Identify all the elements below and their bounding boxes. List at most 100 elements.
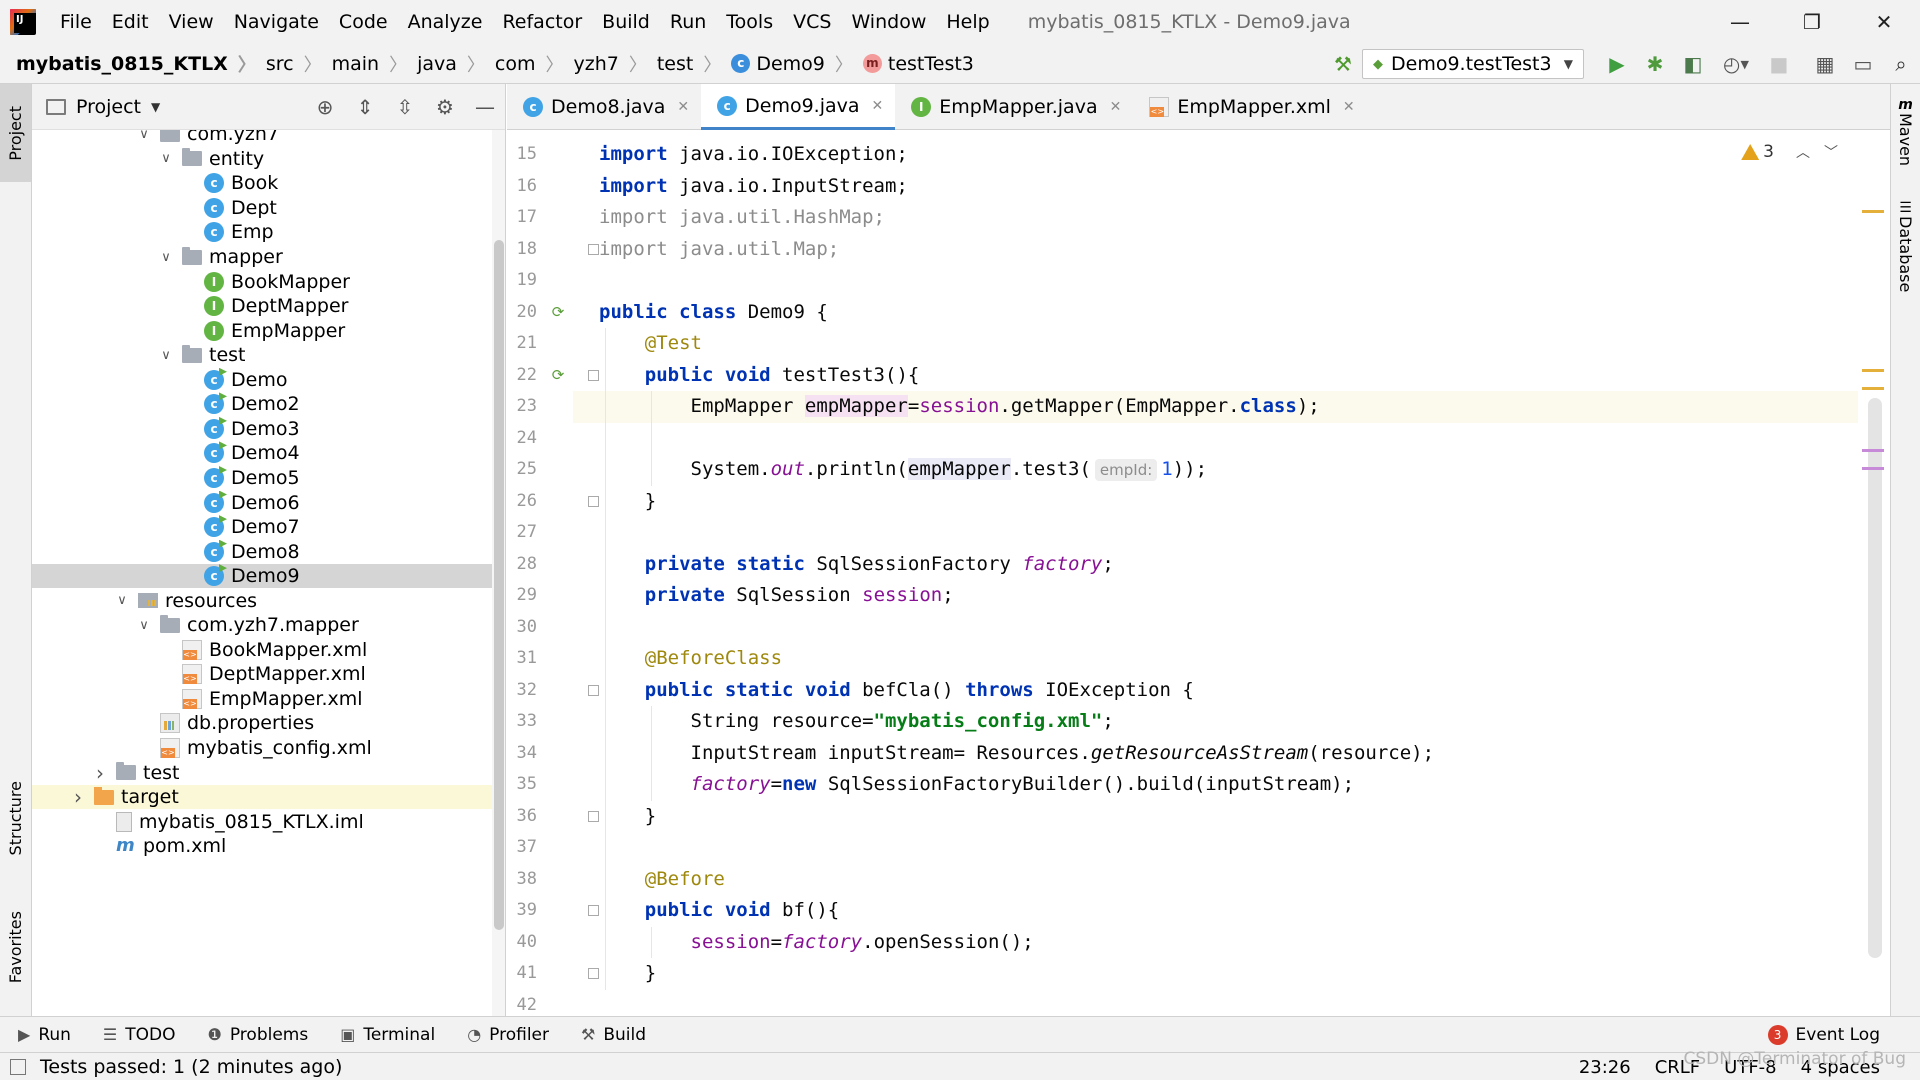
- code-line[interactable]: import java.io.InputStream;: [593, 171, 1858, 203]
- menu-file[interactable]: File: [50, 11, 102, 33]
- chevron-right-icon[interactable]: ›: [70, 785, 86, 809]
- tree-item-demo6[interactable]: c Demo6: [32, 490, 492, 515]
- tree-item-demo4[interactable]: c Demo4: [32, 441, 492, 466]
- code-line[interactable]: EmpMapper empMapper=session.getMapper(Em…: [593, 391, 1858, 423]
- project-view-select[interactable]: Project: [76, 96, 141, 118]
- tool-run-button[interactable]: ▶ Run: [0, 1025, 85, 1045]
- chevron-down-icon[interactable]: ∨: [158, 151, 174, 166]
- breadcrumb-item-yzh7[interactable]: yzh7 〉: [563, 51, 646, 77]
- tree-item-demo2[interactable]: c Demo2: [32, 392, 492, 417]
- menu-navigate[interactable]: Navigate: [224, 11, 329, 33]
- tree-item-deptmapper[interactable]: I DeptMapper: [32, 294, 492, 319]
- tab-empmapper-java[interactable]: I EmpMapper.java ✕: [895, 84, 1133, 130]
- code-line[interactable]: [593, 832, 1858, 864]
- restore-button[interactable]: ❐: [1776, 0, 1848, 44]
- code-line[interactable]: public void testTest3(){: [593, 360, 1858, 392]
- project-tool-button[interactable]: Project: [0, 84, 31, 182]
- tab-demo9-java[interactable]: c Demo9.java ✕: [701, 84, 896, 130]
- tree-item-entity[interactable]: ∨ entity: [32, 147, 492, 172]
- code-line[interactable]: private static SqlSessionFactory factory…: [593, 549, 1858, 581]
- menu-help[interactable]: Help: [936, 11, 999, 33]
- menu-view[interactable]: View: [159, 11, 224, 33]
- code-line[interactable]: @BeforeClass: [593, 643, 1858, 675]
- tab-demo8-java[interactable]: c Demo8.java ✕: [507, 84, 701, 130]
- tree-item-pom-xml[interactable]: m pom.xml: [32, 834, 492, 859]
- menu-edit[interactable]: Edit: [102, 11, 159, 33]
- breadcrumb-item-com[interactable]: com 〉: [485, 51, 564, 77]
- tree-item-test[interactable]: ∨ test: [32, 343, 492, 368]
- tree-item-demo[interactable]: c Demo: [32, 368, 492, 393]
- tool-build-button[interactable]: ⚒ Build: [563, 1025, 660, 1045]
- favorites-tool-button[interactable]: Favorites: [0, 892, 31, 1002]
- debug-icon[interactable]: ✱: [1636, 44, 1674, 84]
- scroll-marker[interactable]: [1862, 369, 1884, 373]
- tree-item-empmapper-xml[interactable]: EmpMapper.xml: [32, 687, 492, 712]
- status-message[interactable]: Tests passed: 1 (2 minutes ago): [40, 1056, 342, 1078]
- code-line[interactable]: import java.io.IOException;: [593, 139, 1858, 171]
- close-icon[interactable]: ✕: [1110, 99, 1122, 115]
- code-line[interactable]: }: [593, 801, 1858, 833]
- hide-panel-icon[interactable]: —: [465, 84, 505, 130]
- inspection-widget[interactable]: 3 ︿ ﹀: [1741, 142, 1838, 162]
- tool-terminal-button[interactable]: ▣ Terminal: [322, 1025, 449, 1045]
- tree-item-com-yzh7-mapper[interactable]: ∨ com.yzh7.mapper: [32, 613, 492, 638]
- profile-icon[interactable]: ◴ ▼: [1712, 44, 1760, 84]
- database-tool-button[interactable]: ☰ Database: [1891, 188, 1920, 304]
- menu-tools[interactable]: Tools: [716, 11, 783, 33]
- code-line[interactable]: public class Demo9 {: [593, 297, 1858, 329]
- code-line[interactable]: private SqlSession session;: [593, 580, 1858, 612]
- code-line[interactable]: System.out.println(empMapper.test3(empId…: [593, 454, 1858, 486]
- run-test-icon[interactable]: ⟳: [549, 303, 567, 321]
- code-line[interactable]: [593, 517, 1858, 549]
- code-line[interactable]: [593, 612, 1858, 644]
- chevron-down-icon[interactable]: ∨: [114, 593, 130, 608]
- collapse-all-icon[interactable]: ⇳: [385, 84, 425, 130]
- chevron-down-icon[interactable]: ﹀: [1824, 142, 1838, 162]
- code-line[interactable]: }: [593, 486, 1858, 518]
- tree-item-resources[interactable]: ∨ resources: [32, 588, 492, 613]
- breadcrumb-item-java[interactable]: java 〉: [407, 51, 485, 77]
- tree-item-target[interactable]: › target: [32, 784, 492, 810]
- run-anything-icon[interactable]: ▭: [1844, 44, 1882, 84]
- expand-all-icon[interactable]: ⇕: [345, 84, 385, 130]
- editor-scrollbar[interactable]: [1858, 130, 1890, 1016]
- tool-todo-button[interactable]: ☰ TODO: [85, 1025, 190, 1045]
- chevron-up-icon[interactable]: ︿: [1796, 142, 1810, 162]
- project-structure-icon[interactable]: ▦: [1806, 44, 1844, 84]
- breadcrumb-item-testtest3[interactable]: m testTest3: [853, 51, 974, 77]
- code-line[interactable]: @Before: [593, 864, 1858, 896]
- tree-item-demo9[interactable]: c Demo9: [32, 563, 492, 589]
- tree-item-demo5[interactable]: c Demo5: [32, 466, 492, 491]
- scroll-marker[interactable]: [1862, 448, 1884, 452]
- tree-item-demo3[interactable]: c Demo3: [32, 417, 492, 442]
- code-line[interactable]: String resource="mybatis_config.xml";: [593, 706, 1858, 738]
- menu-window[interactable]: Window: [841, 11, 936, 33]
- code-area[interactable]: import java.io.IOException; import java.i…: [593, 130, 1858, 1016]
- code-line[interactable]: [593, 990, 1858, 1017]
- chevron-down-icon[interactable]: ∨: [158, 250, 174, 265]
- close-icon[interactable]: ✕: [677, 99, 689, 115]
- tab-empmapper-xml[interactable]: EmpMapper.xml ✕: [1133, 84, 1366, 130]
- menu-build[interactable]: Build: [592, 11, 660, 33]
- breadcrumb-item-src[interactable]: src 〉: [256, 51, 322, 77]
- editor-gutter[interactable]: 15 16 17 18 19 20 ⟳ 21 22 ⟳ 23 24 25 26 27 28 29 30 31 32 33…: [507, 130, 599, 1016]
- coverage-icon[interactable]: ◧: [1674, 44, 1712, 84]
- chevron-down-icon[interactable]: ▼: [151, 100, 160, 114]
- tree-item-empmapper[interactable]: I EmpMapper: [32, 318, 492, 343]
- search-icon[interactable]: ⌕: [1882, 44, 1920, 84]
- run-test-icon[interactable]: ⟳: [549, 366, 567, 384]
- run-icon[interactable]: ▶: [1598, 44, 1636, 84]
- tree-item-db-properties[interactable]: db.properties: [32, 711, 492, 736]
- code-line[interactable]: }: [593, 958, 1858, 990]
- breadcrumb-item-demo9[interactable]: c Demo9 〉: [721, 51, 853, 77]
- locate-file-icon[interactable]: ⊕: [305, 84, 345, 130]
- tree-item-bookmapper[interactable]: I BookMapper: [32, 269, 492, 294]
- tree-item-demo7[interactable]: c Demo7: [32, 515, 492, 540]
- project-tree-scrollbar[interactable]: [492, 130, 505, 1016]
- code-line[interactable]: @Test: [593, 328, 1858, 360]
- close-icon[interactable]: ✕: [1343, 99, 1355, 115]
- tool-profiler-button[interactable]: ◔ Profiler: [449, 1025, 563, 1045]
- tree-item-com-yzh7[interactable]: ∨ com.yzh7: [32, 130, 492, 147]
- scrollbar-thumb[interactable]: [494, 240, 504, 930]
- chevron-down-icon[interactable]: ∨: [136, 130, 152, 142]
